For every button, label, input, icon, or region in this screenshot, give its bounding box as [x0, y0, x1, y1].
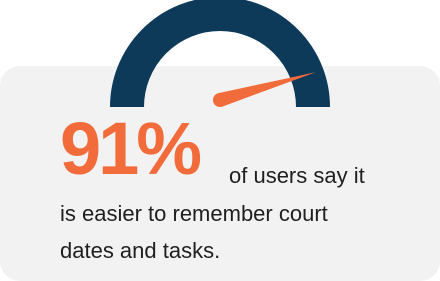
stat-description-line-1: of users say it	[229, 163, 365, 188]
stat-description-line-3: dates and tasks.	[60, 238, 221, 263]
stat-infographic: 91% of users say it is easier to remembe…	[0, 0, 440, 281]
gauge-needle-base	[213, 93, 227, 107]
stat-description-line-2: is easier to remember court	[60, 201, 328, 226]
stat-percentage: 91%	[60, 107, 202, 190]
